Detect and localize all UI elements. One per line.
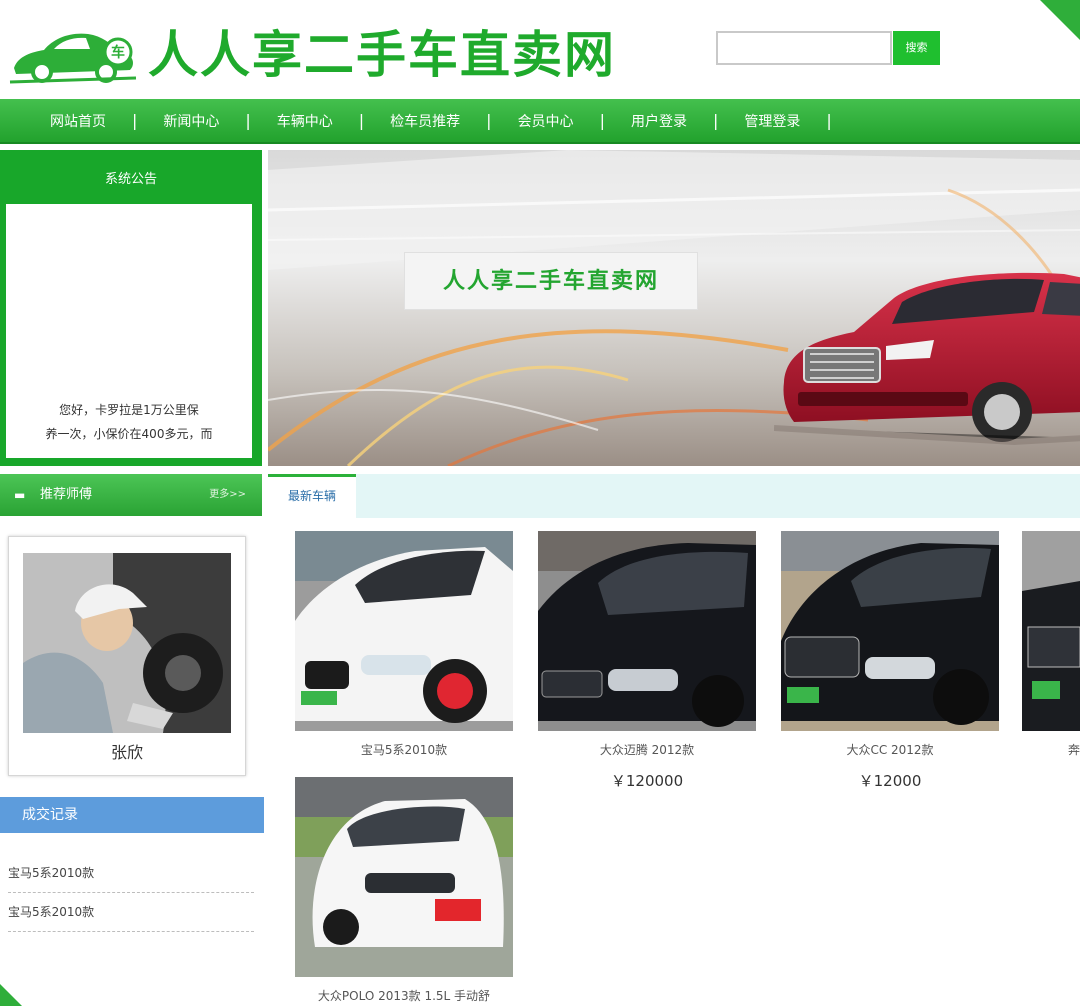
technician-header: ▬ 推荐师傅 更多>>: [0, 474, 262, 516]
nav-separator: |: [826, 111, 832, 130]
record-item[interactable]: 宝马5系2010款: [8, 893, 254, 932]
nav-item-user-login[interactable]: 用户登录: [605, 111, 687, 131]
nav-item-admin-login[interactable]: 管理登录: [718, 111, 800, 131]
red-car-image: [774, 272, 1080, 446]
vehicle-name: 奔: [1068, 743, 1080, 757]
logo-badge-text: 车: [111, 44, 125, 61]
notice-title: 系统公告: [104, 172, 157, 187]
vehicle-card[interactable]: 宝马5系2010款: [295, 531, 513, 758]
records-header: 成交记录: [0, 797, 264, 833]
vehicle-card[interactable]: 大众迈腾 2012款 ￥120000: [538, 531, 756, 791]
nav-item-inspector[interactable]: 检车员推荐: [364, 111, 460, 131]
vehicle-name: 大众迈腾 2012款: [599, 743, 695, 757]
vehicle-card[interactable]: 大众POLO 2013款 1.5L 手动舒: [295, 777, 513, 1004]
vehicle-name: 大众POLO 2013款 1.5L 手动舒: [317, 989, 491, 1003]
vehicle-name: 宝马5系2010款: [360, 743, 448, 757]
nav-item-news[interactable]: 新闻中心: [137, 111, 219, 131]
technician-section-title: 推荐师傅: [40, 487, 93, 502]
notice-panel: 系统公告 您好，卡罗拉是1万公里保 养一次，小保价在400多元，而: [0, 150, 262, 466]
corner-decoration: [1040, 0, 1080, 40]
nav-item-vehicles[interactable]: 车辆中心: [251, 111, 333, 131]
nav-item-member[interactable]: 会员中心: [492, 111, 574, 131]
car-icon: ▬: [14, 488, 26, 502]
vehicle-card[interactable]: 大众CC 2012款 ￥12000: [781, 531, 999, 791]
banner-title: 人人享二手车直卖网: [404, 252, 698, 310]
vehicle-photo: [538, 531, 756, 731]
search-button[interactable]: 搜索: [893, 31, 940, 65]
vehicle-price: ￥12000: [858, 772, 922, 790]
vehicle-card[interactable]: 奔: [1022, 531, 1080, 758]
main-nav: 网站首页 | 新闻中心 | 车辆中心 | 检车员推荐 | 会员中心 | 用户登录…: [0, 99, 1080, 144]
vehicle-photo: [295, 531, 513, 731]
vehicles-tab-bar: 最新车辆: [268, 474, 1080, 518]
corner-decoration: [0, 984, 22, 1006]
hero-banner[interactable]: 人人享二手车直卖网: [268, 150, 1080, 466]
car-logo-icon: 车: [9, 33, 137, 84]
vehicle-price: ￥120000: [610, 772, 684, 790]
more-link[interactable]: 更多>>: [209, 474, 246, 516]
notice-body: 您好，卡罗拉是1万公里保 养一次，小保价在400多元，而: [6, 204, 252, 458]
vehicle-photo: [295, 777, 513, 977]
record-item[interactable]: 宝马5系2010款: [8, 854, 254, 893]
vehicle-photo: [781, 531, 999, 731]
vehicle-photo: [1022, 531, 1080, 731]
site-title: 人人享二手车直卖网: [148, 26, 616, 84]
records-title: 成交记录: [22, 807, 78, 823]
technician-card[interactable]: 张欣: [8, 536, 246, 776]
search-input[interactable]: [716, 31, 892, 65]
vehicle-name: 大众CC 2012款: [846, 743, 934, 757]
technician-photo: [23, 553, 231, 733]
notice-text-line: 您好，卡罗拉是1万公里保: [59, 403, 199, 417]
tab-newest-vehicles[interactable]: 最新车辆: [268, 474, 356, 518]
technician-name: 张欣: [110, 743, 143, 762]
nav-item-home[interactable]: 网站首页: [0, 111, 106, 131]
notice-text-line: 养一次，小保价在400多元，而: [45, 427, 213, 441]
notice-text: 您好，卡罗拉是1万公里保 养一次，小保价在400多元，而: [6, 398, 252, 446]
